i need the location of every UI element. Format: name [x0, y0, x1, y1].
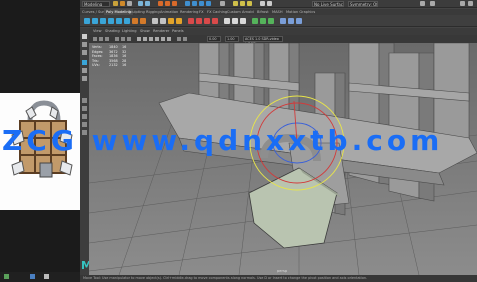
screen: Modeling No Live Surface Symmetry: Off C…	[0, 0, 477, 282]
ipr-render-icon[interactable]	[240, 1, 245, 6]
shadows-icon[interactable]	[167, 37, 171, 41]
snap-curve-icon[interactable]	[192, 1, 197, 6]
bookmark-icon[interactable]	[105, 37, 109, 41]
select-tool-icon[interactable]	[82, 34, 87, 39]
camera-attributes-icon[interactable]	[99, 37, 103, 41]
use-lights-icon[interactable]	[161, 37, 165, 41]
poly-cone-icon[interactable]	[108, 18, 114, 24]
app-icon[interactable]	[4, 274, 9, 279]
hud-row-uvs: UVs: 2132 16	[92, 63, 127, 68]
app-icon[interactable]	[30, 274, 35, 279]
mirror-icon[interactable]	[252, 18, 258, 24]
panel-menu-panels[interactable]: Panels	[172, 29, 184, 33]
single-perspective-layout-icon[interactable]	[82, 98, 87, 103]
xray-icon[interactable]	[177, 37, 181, 41]
poly-disc-icon[interactable]	[132, 18, 138, 24]
workspace-icon[interactable]	[430, 1, 435, 6]
scene-render	[89, 43, 477, 275]
platonic-solid-icon[interactable]	[140, 18, 146, 24]
target-weld-icon[interactable]	[260, 18, 266, 24]
help-line-text: Move Tool: Use manipulator to move objec…	[83, 276, 368, 280]
gamma-field[interactable]: 1.00	[225, 36, 239, 42]
combine-icon[interactable]	[152, 18, 158, 24]
modeling-toolkit-icon[interactable]	[460, 1, 465, 6]
status-line: Modeling No Live Surface Symmetry: Off	[80, 0, 477, 8]
live-surface-field[interactable]: No Live Surface	[312, 1, 344, 7]
automatic-map-icon[interactable]	[296, 18, 302, 24]
fill-hole-icon[interactable]	[232, 18, 238, 24]
four-view-layout-icon[interactable]	[82, 106, 87, 111]
separate-icon[interactable]	[160, 18, 166, 24]
grid-icon[interactable]	[115, 37, 119, 41]
sign-in-icon[interactable]	[420, 1, 425, 6]
menu-set-dropdown[interactable]: Modeling	[82, 1, 110, 7]
redo-icon[interactable]	[145, 1, 150, 6]
planar-map-icon[interactable]	[288, 18, 294, 24]
poly-torus-icon[interactable]	[116, 18, 122, 24]
exposure-field[interactable]: 0.00	[207, 36, 221, 42]
poly-plane-icon[interactable]	[124, 18, 130, 24]
render-settings-icon[interactable]	[247, 1, 252, 6]
hypershade-icon[interactable]	[260, 1, 265, 6]
save-scene-icon[interactable]	[127, 1, 132, 6]
panel-menu-lighting[interactable]: Lighting	[122, 29, 137, 33]
arnold-render-icon[interactable]	[267, 1, 272, 6]
smooth-icon[interactable]	[168, 18, 174, 24]
select-by-hierarchy-icon[interactable]	[158, 1, 163, 6]
snap-point-icon[interactable]	[199, 1, 204, 6]
snap-grid-icon[interactable]	[185, 1, 190, 6]
wireframe-on-shaded-icon[interactable]	[149, 37, 153, 41]
panel-menu-show[interactable]: Show	[140, 29, 150, 33]
move-tool-icon[interactable]	[82, 60, 87, 65]
insert-edge-loop-icon[interactable]	[240, 18, 246, 24]
attribute-editor-icon[interactable]	[468, 1, 473, 6]
outliner-layout-icon[interactable]	[82, 114, 87, 119]
poly-sphere-icon[interactable]	[84, 18, 90, 24]
snap-view-plane-icon[interactable]	[206, 1, 211, 6]
taskbar-strip	[0, 272, 80, 282]
new-scene-icon[interactable]	[113, 1, 118, 6]
color-space-dropdown[interactable]: ACES 1.0 SDR-video (sRGB)	[243, 36, 283, 46]
resolution-gate-icon[interactable]	[127, 37, 131, 41]
shelf	[80, 15, 477, 27]
uv-editor-icon[interactable]	[280, 18, 286, 24]
scale-tool-icon[interactable]	[82, 76, 87, 81]
select-camera-icon[interactable]	[93, 37, 97, 41]
bevel-icon[interactable]	[204, 18, 210, 24]
textured-icon[interactable]	[155, 37, 159, 41]
bridge-icon[interactable]	[196, 18, 202, 24]
smooth-shade-icon[interactable]	[143, 37, 147, 41]
symmetry-dropdown[interactable]: Symmetry: Off	[348, 1, 378, 7]
extrude-icon[interactable]	[188, 18, 194, 24]
select-by-component-icon[interactable]	[172, 1, 177, 6]
poly-count-hud: Verts: 1840 16 Edges: 3672 32 Faces: 183…	[92, 45, 132, 68]
panel-menu-shading[interactable]: Shading	[105, 29, 120, 33]
camera-name-label: persp	[277, 269, 288, 273]
input-output-icon[interactable]	[220, 1, 225, 6]
poly-cube-icon[interactable]	[92, 18, 98, 24]
select-by-object-icon[interactable]	[165, 1, 170, 6]
panel-menubar: View Shading Lighting Show Renderer Pane…	[89, 28, 477, 35]
film-gate-icon[interactable]	[121, 37, 125, 41]
multi-cut-icon[interactable]	[212, 18, 218, 24]
app-icon[interactable]	[44, 274, 49, 279]
poly-cylinder-icon[interactable]	[100, 18, 106, 24]
rotate-tool-icon[interactable]	[82, 68, 87, 73]
undo-icon[interactable]	[138, 1, 143, 6]
append-to-poly-icon[interactable]	[224, 18, 230, 24]
wireframe-icon[interactable]	[137, 37, 141, 41]
boolean-icon[interactable]	[176, 18, 182, 24]
watermark-text: ZCG www.qdnxxtb.com	[2, 124, 444, 157]
panel-menu-view[interactable]: View	[93, 29, 102, 33]
panel-menu-renderer[interactable]: Renderer	[153, 29, 169, 33]
paint-select-tool-icon[interactable]	[82, 50, 87, 55]
isolate-select-icon[interactable]	[183, 37, 187, 41]
lasso-tool-icon[interactable]	[82, 42, 87, 47]
help-line: Move Tool: Use manipulator to move objec…	[80, 275, 477, 282]
open-scene-icon[interactable]	[120, 1, 125, 6]
perspective-viewport[interactable]: Verts: 1840 16 Edges: 3672 32 Faces: 183…	[89, 43, 477, 275]
panel-toolbar: 0.00 1.00 ACES 1.0 SDR-video (sRGB)	[89, 35, 477, 46]
render-icon[interactable]	[233, 1, 238, 6]
merge-icon[interactable]	[268, 18, 274, 24]
